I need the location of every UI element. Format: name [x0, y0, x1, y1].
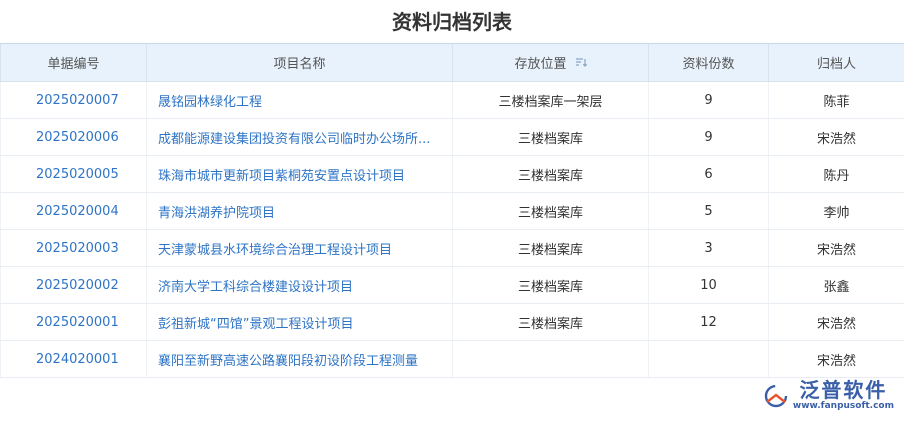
cell-project-name[interactable]: 襄阳至新野高速公路襄阳段初设阶段工程测量 [146, 340, 453, 378]
cell-project-name[interactable]: 彭祖新城“四馆”景观工程设计项目 [146, 303, 453, 341]
cell-doc-number[interactable]: 2025020001 [0, 303, 147, 341]
sort-descending-icon[interactable] [575, 57, 587, 72]
cell-location: 三楼档案库 [452, 192, 649, 230]
cell-location [452, 340, 649, 378]
table-row[interactable]: 2025020003 天津蒙城县水环境综合治理工程设计项目 三楼档案库 3 宋浩然 [0, 229, 904, 267]
table-row[interactable]: 2024020001 襄阳至新野高速公路襄阳段初设阶段工程测量 宋浩然 [0, 340, 904, 378]
table-row[interactable]: 2025020006 成都能源建设集团投资有限公司临时办公场所... 三楼档案库 9 宋… [0, 118, 904, 156]
cell-count: 3 [648, 229, 769, 267]
cell-location: 三楼档案库 [452, 118, 649, 156]
column-header-no[interactable]: 单据编号 [0, 43, 147, 82]
cell-count: 5 [648, 192, 769, 230]
cell-archiver: 宋浩然 [768, 303, 904, 341]
cell-archiver: 宋浩然 [768, 229, 904, 267]
table-row[interactable]: 2025020002 济南大学工科综合楼建设设计项目 三楼档案库 10 张鑫 [0, 266, 904, 304]
table-row[interactable]: 2025020004 青海洪湖养护院项目 三楼档案库 5 李帅 [0, 192, 904, 230]
cell-doc-number[interactable]: 2025020005 [0, 155, 147, 193]
cell-doc-number[interactable]: 2025020004 [0, 192, 147, 230]
cell-project-name[interactable]: 天津蒙城县水环境综合治理工程设计项目 [146, 229, 453, 267]
fanpu-logo: 泛普软件 www.fanpusoft.com [763, 379, 894, 412]
table-row[interactable]: 2025020007 晟铭园林绿化工程 三楼档案库一架层 9 陈菲 [0, 81, 904, 119]
column-header-name[interactable]: 项目名称 [146, 43, 453, 82]
page-title: 资料归档列表 [392, 9, 512, 34]
cell-count: 9 [648, 81, 769, 119]
cell-location: 三楼档案库 [452, 266, 649, 304]
cell-count: 10 [648, 266, 769, 304]
cell-archiver: 陈丹 [768, 155, 904, 193]
cell-doc-number[interactable]: 2024020001 [0, 340, 147, 378]
fanpu-logo-icon [763, 383, 789, 409]
table-header-row: 单据编号 项目名称 存放位置 资料份数 归档人 [0, 43, 904, 82]
cell-count: 6 [648, 155, 769, 193]
cell-count [648, 340, 769, 378]
cell-doc-number[interactable]: 2025020003 [0, 229, 147, 267]
cell-archiver: 张鑫 [768, 266, 904, 304]
logo-name: 泛普软件 [799, 378, 888, 402]
cell-project-name[interactable]: 济南大学工科综合楼建设设计项目 [146, 266, 453, 304]
table-row[interactable]: 2025020005 珠海市城市更新项目紫桐苑安置点设计项目 三楼档案库 6 陈丹 [0, 155, 904, 193]
cell-doc-number[interactable]: 2025020006 [0, 118, 147, 156]
cell-archiver: 李帅 [768, 192, 904, 230]
column-header-location[interactable]: 存放位置 [452, 43, 649, 82]
archive-table-container: 单据编号 项目名称 存放位置 资料份数 归档人 2025020007 晟铭园林绿化… [0, 43, 904, 378]
cell-location: 三楼档案库 [452, 303, 649, 341]
archive-table: 单据编号 项目名称 存放位置 资料份数 归档人 2025020007 晟铭园林绿化… [0, 43, 904, 378]
cell-location: 三楼档案库 [452, 155, 649, 193]
cell-doc-number[interactable]: 2025020007 [0, 81, 147, 119]
table-row[interactable]: 2025020001 彭祖新城“四馆”景观工程设计项目 三楼档案库 12 宋浩然 [0, 303, 904, 341]
cell-project-name[interactable]: 青海洪湖养护院项目 [146, 192, 453, 230]
column-header-count[interactable]: 资料份数 [648, 43, 769, 82]
cell-archiver: 陈菲 [768, 81, 904, 119]
logo-url: www.fanpusoft.com [792, 401, 894, 411]
column-header-person[interactable]: 归档人 [768, 43, 904, 82]
cell-location: 三楼档案库一架层 [452, 81, 649, 119]
cell-project-name[interactable]: 晟铭园林绿化工程 [146, 81, 453, 119]
cell-archiver: 宋浩然 [768, 118, 904, 156]
cell-archiver: 宋浩然 [768, 340, 904, 378]
cell-project-name[interactable]: 成都能源建设集团投资有限公司临时办公场所... [146, 118, 453, 156]
cell-count: 9 [648, 118, 769, 156]
cell-location: 三楼档案库 [452, 229, 649, 267]
cell-project-name[interactable]: 珠海市城市更新项目紫桐苑安置点设计项目 [146, 155, 453, 193]
cell-doc-number[interactable]: 2025020002 [0, 266, 147, 304]
cell-count: 12 [648, 303, 769, 341]
